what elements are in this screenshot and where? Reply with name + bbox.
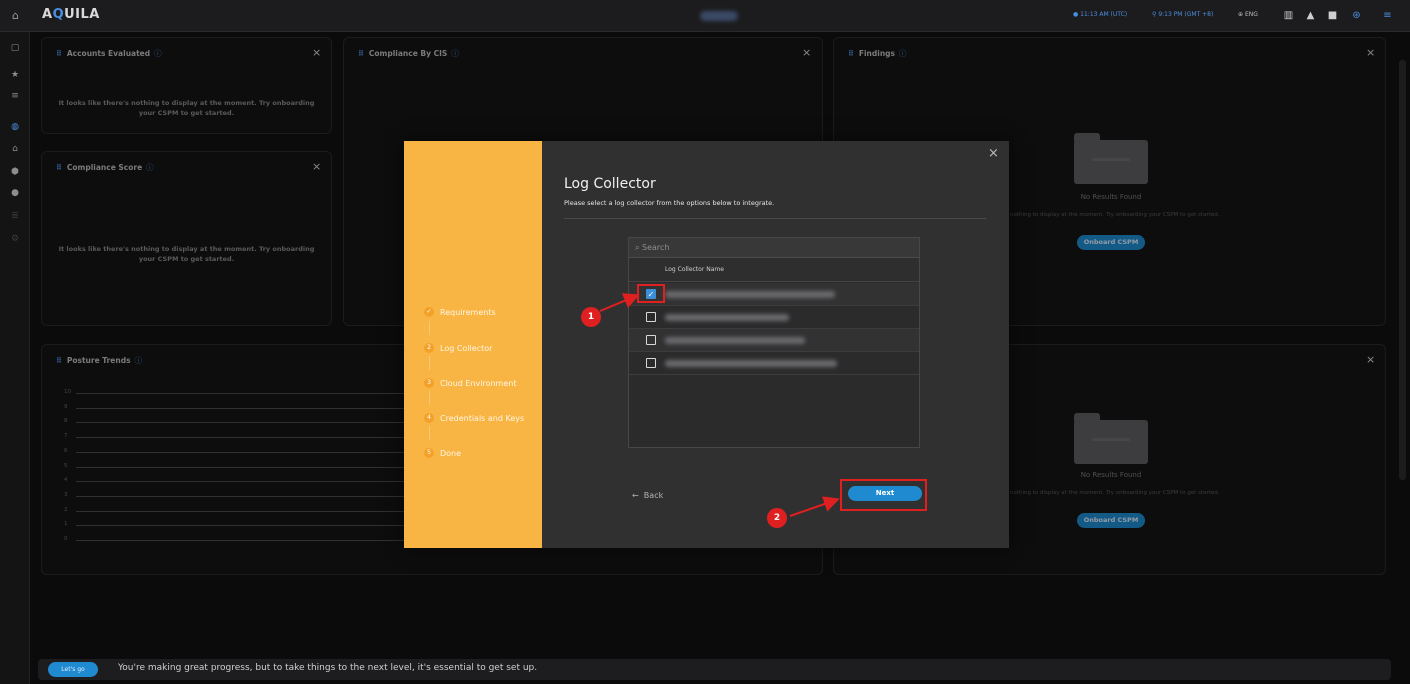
row-checkbox[interactable] <box>646 358 656 368</box>
shield-icon[interactable]: ⬢ <box>9 166 21 178</box>
row-checkbox[interactable] <box>646 312 656 322</box>
tenant-name[interactable] <box>700 11 738 21</box>
step-requirements[interactable]: Requirements <box>440 308 496 317</box>
close-icon[interactable]: × <box>988 146 999 161</box>
step-badge-1: 1 <box>581 307 601 327</box>
utc-clock: ● 11:13 AM (UTC) <box>1073 11 1128 18</box>
modal-title: Log Collector <box>564 176 656 192</box>
search-input[interactable]: ⌕ Search <box>629 238 919 258</box>
table-row[interactable] <box>629 306 919 329</box>
home-icon[interactable]: ⌂ <box>12 9 24 22</box>
language-selector[interactable]: ⊕ ENG <box>1238 11 1258 18</box>
step-number: 4 <box>424 413 434 423</box>
settings-icon[interactable]: ⚙ <box>9 233 21 245</box>
app-logo[interactable]: AQUILA <box>42 7 100 22</box>
steps-panel: ✓ Requirements 2 Log Collector 3 Cloud E… <box>404 141 542 548</box>
back-button[interactable]: ← Back <box>632 491 663 500</box>
row-checkbox[interactable] <box>646 335 656 345</box>
step-done-icon: ✓ <box>424 307 434 317</box>
search-icon: ⌕ <box>635 243 640 252</box>
next-highlight <box>840 479 927 511</box>
bell-icon[interactable]: ▲ <box>1305 10 1316 21</box>
collector-name <box>665 360 837 367</box>
lets-go-button[interactable]: Let's go <box>48 662 98 677</box>
support-icon[interactable]: ⊛ <box>1351 10 1362 21</box>
left-sidebar: ▢ ★ ≡ ◍ ⌂ ⬢ ● ≣ ⚙ <box>0 32 30 684</box>
table-row[interactable]: ✓ <box>629 283 919 306</box>
book-icon[interactable]: ■ <box>1327 10 1338 21</box>
modal-subtitle: Please select a log collector from the o… <box>564 199 775 207</box>
step-connector <box>429 321 430 335</box>
star-icon[interactable]: ★ <box>9 69 21 81</box>
step-connector <box>429 426 430 440</box>
step-connector <box>429 391 430 405</box>
collector-name <box>665 291 835 298</box>
step-credentials-keys[interactable]: Credentials and Keys <box>440 414 524 423</box>
step-number: 2 <box>424 343 434 353</box>
table-row[interactable] <box>629 352 919 375</box>
onboarding-banner: Let's go You're making great progress, b… <box>38 659 1391 680</box>
checkbox-highlight <box>637 284 665 303</box>
column-header: Log Collector Name <box>629 258 919 282</box>
step-cloud-environment[interactable]: Cloud Environment <box>440 379 516 388</box>
list-icon[interactable]: ≡ <box>9 90 21 102</box>
local-clock: ⚲ 9:13 PM (GMT +8) <box>1152 11 1214 18</box>
step-done[interactable]: Done <box>440 449 461 458</box>
arrow-left-icon: ← <box>632 491 639 500</box>
step-number: 5 <box>424 448 434 458</box>
divider <box>564 218 986 219</box>
collector-name <box>665 314 789 321</box>
database-icon[interactable]: ≣ <box>9 210 21 222</box>
bank-icon[interactable]: ⌂ <box>9 143 21 155</box>
cloud-icon[interactable]: ● <box>9 187 21 199</box>
table-row[interactable] <box>629 329 919 352</box>
top-bar: ⌂ AQUILA ● 11:13 AM (UTC) ⚲ 9:13 PM (GMT… <box>0 0 1410 32</box>
step-badge-2: 2 <box>767 508 787 528</box>
menu-icon[interactable]: ≡ <box>1382 10 1393 21</box>
building-icon[interactable]: ▥ <box>1283 10 1294 21</box>
step-connector <box>429 356 430 370</box>
collector-name <box>665 337 805 344</box>
dashboard-icon[interactable]: ◍ <box>9 121 21 133</box>
step-log-collector[interactable]: Log Collector <box>440 344 492 353</box>
step-number: 3 <box>424 378 434 388</box>
log-collector-table: ⌕ Search Log Collector Name ✓ <box>628 237 920 448</box>
panel-icon[interactable]: ▢ <box>9 42 21 54</box>
banner-message: You're making great progress, but to tak… <box>118 663 538 673</box>
